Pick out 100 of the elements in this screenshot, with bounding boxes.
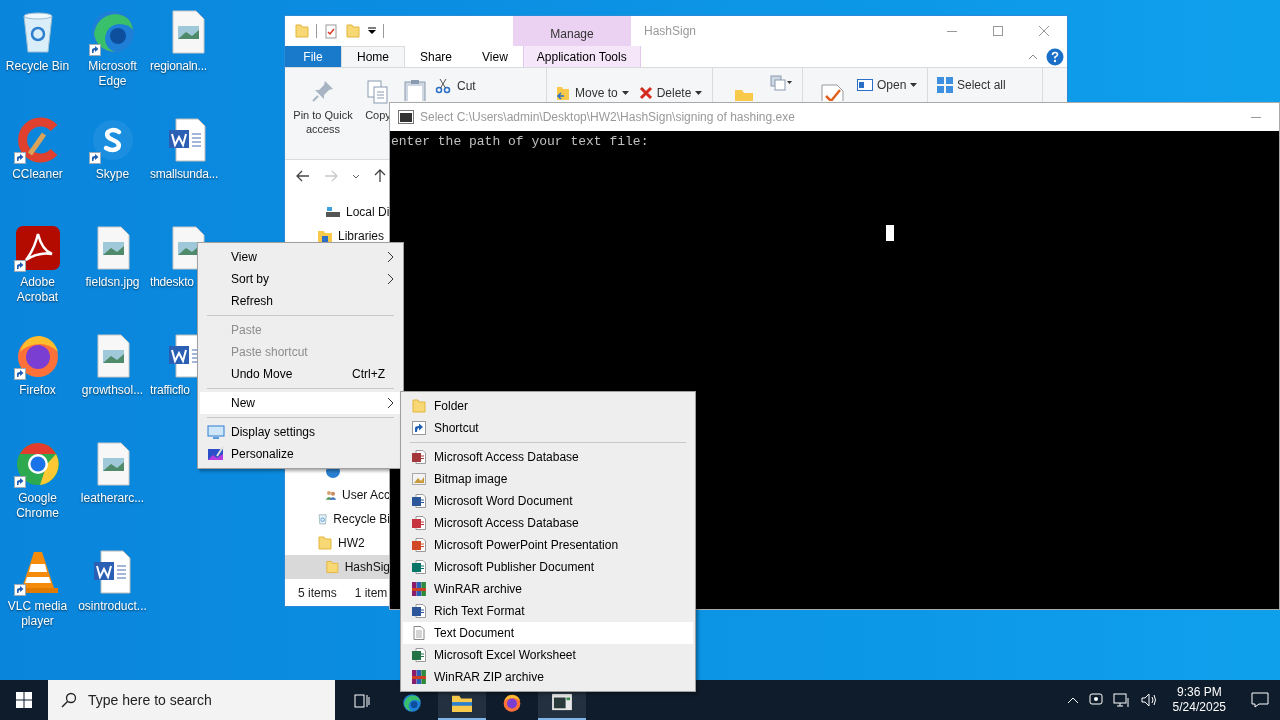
document-icon (410, 449, 427, 465)
up-arrow-icon[interactable] (374, 169, 386, 183)
history-caret-icon[interactable] (352, 173, 360, 179)
desktop-icon[interactable]: smallsunda... (150, 108, 225, 216)
notification-icon (1251, 692, 1269, 708)
document-icon (410, 603, 427, 619)
desktop-icon[interactable]: regionaln... (150, 0, 225, 108)
open-button[interactable]: Open (857, 76, 918, 94)
tree-item[interactable]: Recycle Bi (285, 507, 390, 531)
clipboard-icon (404, 79, 426, 101)
menu-item[interactable]: Bitmap image (403, 468, 693, 490)
shortcut-arrow-icon (13, 368, 26, 380)
tree-item[interactable]: Local Di (285, 200, 390, 224)
select-all-button[interactable]: Select all (937, 76, 1006, 94)
desktop-icon[interactable]: growthsol... (75, 324, 150, 432)
desktop-icon[interactable]: CCleaner (0, 108, 75, 216)
menu-item[interactable]: Rich Text Format (403, 600, 693, 622)
document-icon (410, 537, 427, 553)
delete-x-icon (638, 86, 653, 100)
menu-item[interactable]: New (200, 392, 401, 414)
clock[interactable]: 9:36 PM 5/24/2025 (1168, 685, 1230, 715)
shortcut-arrow-icon (13, 476, 26, 488)
ribbon-tab[interactable]: File (285, 46, 341, 67)
desktop-icon-label: Firefox (18, 383, 57, 398)
open-window-icon (857, 78, 873, 92)
ribbon-tab[interactable]: Home (341, 46, 405, 67)
back-arrow-icon[interactable] (296, 170, 310, 182)
archive-books-icon (410, 581, 427, 597)
acrobat-icon (13, 224, 62, 272)
status-text: 1 item (354, 585, 388, 602)
console-icon (551, 693, 573, 711)
network-icon[interactable] (1112, 692, 1131, 708)
grid-select-icon (937, 77, 953, 93)
properties-check-icon[interactable] (819, 84, 845, 101)
desktop-icon-label: smallsunda... (150, 167, 219, 182)
desktop-icon[interactable]: Recycle Bin (0, 0, 75, 108)
menu-item[interactable]: Microsoft Access Database (403, 512, 693, 534)
menu-item[interactable]: Microsoft Publisher Document (403, 556, 693, 578)
menu-item[interactable]: Folder (403, 395, 693, 417)
menu-item[interactable]: Shortcut (403, 417, 693, 439)
desktop-icon[interactable]: VLC media player (0, 540, 75, 648)
desktop-icon-label: regionaln... (150, 59, 207, 74)
tree-item[interactable]: Libraries (285, 224, 390, 248)
tree-item[interactable]: HashSig (285, 555, 390, 579)
desktop-icon[interactable]: Adobe Acrobat (0, 216, 75, 324)
folder-icon (294, 23, 310, 39)
desktop-icon-label: VLC media player (6, 599, 69, 629)
ribbon-tab[interactable]: Application Tools (522, 46, 641, 67)
shortcut-arrow-icon (88, 152, 101, 164)
help-icon[interactable] (1046, 47, 1064, 66)
desktop-icon[interactable]: Microsoft Edge (75, 0, 150, 108)
desktop-icon[interactable]: leatherarc... (75, 432, 150, 540)
shortcut-icon (410, 420, 427, 436)
search-field[interactable]: Type here to search (48, 680, 335, 720)
desktop-icon-label: Recycle Bin (4, 59, 71, 74)
menu-item[interactable]: Sort by (200, 268, 401, 290)
menu-item[interactable]: WinRAR archive (403, 578, 693, 600)
menu-item[interactable]: Refresh (200, 290, 401, 312)
desktop-icon[interactable]: Google Chrome (0, 432, 75, 540)
console-icon (398, 110, 414, 124)
delete-button[interactable]: Delete (638, 84, 703, 102)
menu-item[interactable]: Personalize (200, 443, 401, 465)
menu-item[interactable]: Microsoft PowerPoint Presentation (403, 534, 693, 556)
menu-item[interactable]: Display settings (200, 421, 401, 443)
dropdown-caret-icon (695, 91, 703, 95)
ribbon-tab[interactable]: Share (405, 46, 468, 67)
desktop-icon-label: Microsoft Edge (87, 59, 138, 89)
webcam-icon[interactable] (1088, 692, 1103, 708)
menu-item[interactable]: Microsoft Access Database (403, 446, 693, 468)
shortcut-arrow-icon (13, 152, 26, 164)
customize-caret-icon[interactable] (367, 26, 377, 36)
menu-item[interactable]: WinRAR ZIP archive (403, 666, 693, 688)
menu-item[interactable]: Microsoft Word Document (403, 490, 693, 512)
status-text: 5 items (298, 585, 337, 602)
desktop-icon[interactable]: osintroduct... (75, 540, 150, 648)
move-to-button[interactable]: Move to (555, 84, 629, 102)
document-icon (410, 647, 427, 663)
desktop-icon[interactable]: Firefox (0, 324, 75, 432)
image-icon (410, 471, 427, 487)
search-icon (61, 692, 77, 708)
dropdown-caret-icon (621, 91, 629, 95)
new-item-icon[interactable] (769, 74, 793, 92)
shortcut-arrow-icon (13, 584, 26, 596)
menu-item[interactable]: Text Document (403, 622, 693, 644)
pin-to-quick-access-button[interactable]: Pin to Quick access (285, 68, 361, 136)
menu-item[interactable]: Microsoft Excel Worksheet (403, 644, 693, 666)
tree-item[interactable]: User Acc (285, 483, 390, 507)
speaker-icon[interactable] (1140, 692, 1159, 708)
properties-icon[interactable] (323, 23, 339, 39)
ribbon-tab[interactable]: View (467, 46, 523, 67)
document-icon (410, 515, 427, 531)
desktop-icon-label: Google Chrome (15, 491, 60, 521)
menu-item[interactable]: Undo Move Ctrl+Z (200, 363, 401, 385)
desktop-icon-label: thdeskto (150, 275, 194, 290)
menu-item[interactable]: View (200, 246, 401, 268)
desktop-icon[interactable]: fieldsn.jpg (75, 216, 150, 324)
desktop-icon-label: osintroduct... (77, 599, 148, 614)
tree-item[interactable]: HW2 (285, 531, 390, 555)
cut-button[interactable]: Cut (435, 77, 476, 95)
desktop-icon[interactable]: Skype (75, 108, 150, 216)
